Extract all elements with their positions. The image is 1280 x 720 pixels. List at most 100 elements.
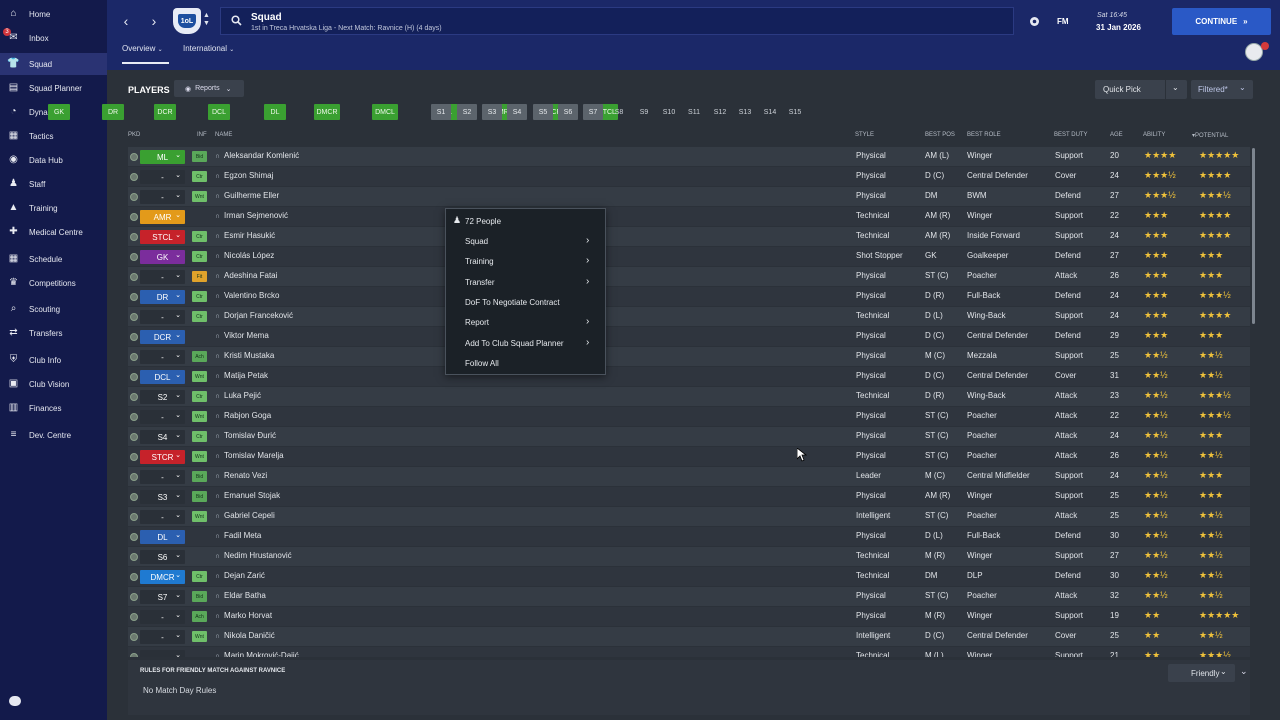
player-name[interactable]: ∩ Renato Vezi — [215, 471, 267, 480]
table-row[interactable]: - ⌄ Ctr ∩ Egzon Shimaj Physical D (C) Central D… — [128, 167, 1250, 186]
position-chip-dmcr[interactable]: DMCR — [314, 104, 340, 120]
sidebar-item-squad[interactable]: 👕 Squad — [0, 53, 107, 75]
table-row[interactable]: - ⌄ Ach ∩ Marko Horvat Physical M (R) Winger Sup… — [128, 607, 1250, 626]
table-row[interactable]: S7 ⌄ Bid ∩ Eldar Batha Physical ST (C) Poacher A… — [128, 587, 1250, 606]
sidebar-item-competitions[interactable]: ♛ Competitions — [0, 272, 107, 294]
table-row[interactable]: - ⌄ Wnt ∩ Nikola Daničić Intelligent D (C) Cent… — [128, 627, 1250, 646]
page-title-bar[interactable]: Squad 1st in Treca Hrvatska Liga - Next … — [220, 7, 1014, 35]
player-name[interactable]: ∩ Dorjan Franceković — [215, 311, 293, 320]
position-select[interactable]: AMR ⌄ — [140, 210, 185, 224]
position-select[interactable]: STCL ⌄ — [140, 230, 185, 244]
sub-chip-s2[interactable]: S2 — [457, 104, 477, 120]
player-name[interactable]: ∩ Dejan Zarić — [215, 571, 265, 580]
forward-arrow-icon[interactable]: › — [147, 13, 161, 29]
ball-icon[interactable] — [1029, 16, 1040, 27]
position-select[interactable]: DR ⌄ — [140, 290, 185, 304]
col-inf[interactable]: INF — [197, 132, 207, 138]
position-chip-dl[interactable]: DL — [264, 104, 286, 120]
menu-item-follow-all[interactable]: Follow All — [446, 353, 605, 373]
sidebar-item-medical-centre[interactable]: ✚ Medical Centre — [0, 221, 107, 243]
position-select[interactable]: STCR ⌄ — [140, 450, 185, 464]
position-chip-dmcl[interactable]: DMCL — [372, 104, 398, 120]
sidebar-item-data-hub[interactable]: ◉ Data Hub — [0, 149, 107, 171]
position-select[interactable]: S2 ⌄ — [140, 390, 185, 404]
position-select[interactable]: ML ⌄ — [140, 150, 185, 164]
collapse-chevron-icon[interactable]: ⌄ — [1240, 666, 1248, 677]
table-row[interactable]: - ⌄ Ach ∩ Kristi Mustaka Physical M (C) Mezzala… — [128, 347, 1250, 366]
player-name[interactable]: ∩ Emanuel Stojak — [215, 491, 280, 500]
position-select[interactable]: - ⌄ — [140, 470, 185, 484]
player-name[interactable]: ∩ Esmir Hasukić — [215, 231, 275, 240]
player-name[interactable]: ∩ Adeshina Fatai — [215, 271, 277, 280]
position-chip-dr[interactable]: DR — [102, 104, 124, 120]
table-row[interactable]: S3 ⌄ Bid ∩ Emanuel Stojak Physical AM (R) Winge… — [128, 487, 1250, 506]
position-select[interactable]: S6 ⌄ — [140, 550, 185, 564]
col-pkd[interactable]: PKD — [128, 132, 140, 138]
sub-chip-s8[interactable]: S8 — [608, 104, 630, 120]
player-name[interactable]: ∩ Kristi Mustaka — [215, 351, 274, 360]
position-select[interactable]: S3 ⌄ — [140, 490, 185, 504]
filter-button[interactable]: Filtered* ⌄ — [1191, 80, 1253, 99]
col-best-pos[interactable]: BEST POS — [925, 132, 955, 138]
sidebar-item-club-vision[interactable]: ▣ Club Vision — [0, 373, 107, 395]
sub-chip-s15[interactable]: S15 — [784, 104, 806, 120]
table-row[interactable]: - ⌄ Wnt ∩ Rabjon Goga Physical ST (C) Poacher At… — [128, 407, 1250, 426]
table-scrollbar[interactable] — [1252, 148, 1255, 324]
table-row[interactable]: S6 ⌄ ∩ Nedim Hrustanović Technical M (R) Winge… — [128, 547, 1250, 566]
quick-pick-button[interactable]: Quick Pick ⌄ — [1095, 80, 1187, 99]
position-chip-dcl[interactable]: DCL — [208, 104, 230, 120]
club-switch-icon[interactable]: ▲ ▼ — [203, 12, 210, 28]
position-select[interactable]: - ⌄ — [140, 170, 185, 184]
sub-chip-s13[interactable]: S13 — [734, 104, 756, 120]
sub-chip-s10[interactable]: S10 — [658, 104, 680, 120]
table-row[interactable]: - ⌄ Bid ∩ Renato Vezi Leader M (C) Central Midf… — [128, 467, 1250, 486]
col-best-duty[interactable]: BEST DUTY — [1054, 132, 1088, 138]
player-name[interactable]: ∩ Rabjon Goga — [215, 411, 271, 420]
position-select[interactable]: DMCR ⌄ — [140, 570, 185, 584]
player-name[interactable]: ∩ Irman Sejmenović — [215, 211, 288, 220]
player-name[interactable]: ∩ Marin Mokrović-Dajić — [215, 651, 299, 657]
position-select[interactable]: - ⌄ — [140, 350, 185, 364]
sidebar-item-schedule[interactable]: ▦ Schedule — [0, 248, 107, 270]
position-select[interactable]: - ⌄ — [140, 270, 185, 284]
player-name[interactable]: ∩ Eldar Batha — [215, 591, 266, 600]
table-row[interactable]: DCL ⌄ Wnt ∩ Matija Petak Physical D (C) Central… — [128, 367, 1250, 386]
col-age[interactable]: AGE — [1110, 132, 1123, 138]
sub-chip-s7[interactable]: S7 — [583, 104, 603, 120]
sub-chip-s14[interactable]: S14 — [759, 104, 781, 120]
menu-item-training[interactable]: Training › — [446, 251, 605, 271]
table-row[interactable]: - ⌄ Wnt ∩ Gabriel Cepeli Intelligent ST (C) Poa… — [128, 507, 1250, 526]
position-select[interactable]: DCR ⌄ — [140, 330, 185, 344]
table-row[interactable]: DCR ⌄ ∩ Viktor Mema Physical D (C) Central Def… — [128, 327, 1250, 346]
sidebar-item-squad-planner[interactable]: ▤ Squad Planner — [0, 77, 107, 99]
table-row[interactable]: - ⌄ Wnt ∩ Guilherme Eller Physical DM BWM Defend… — [128, 187, 1250, 206]
menu-item-report[interactable]: Report › — [446, 312, 605, 332]
player-name[interactable]: ∩ Fadil Meta — [215, 531, 261, 540]
position-select[interactable]: DL ⌄ — [140, 530, 185, 544]
continue-button[interactable]: CONTINUE » — [1172, 8, 1271, 35]
position-chip-dcr[interactable]: DCR — [154, 104, 176, 120]
table-row[interactable]: DR ⌄ Ctr ∩ Valentino Brcko Physical D (R) Full-… — [128, 287, 1250, 306]
col-best-role[interactable]: BEST ROLE — [967, 132, 1001, 138]
table-row[interactable]: - ⌄ ∩ Marin Mokrović-Dajić Technical M (L) Win… — [128, 647, 1250, 657]
sidebar-item-finances[interactable]: ▥ Finances — [0, 397, 107, 419]
menu-item-dof-to-negotiate-contract[interactable]: DoF To Negotiate Contract — [446, 292, 605, 312]
position-select[interactable]: - ⌄ — [140, 650, 185, 657]
sub-chip-s5[interactable]: S5 — [533, 104, 553, 120]
fm-logo[interactable]: FM — [1057, 17, 1069, 26]
table-row[interactable]: AMR ⌄ ∩ Irman Sejmenović Technical AM (R) Wing… — [128, 207, 1250, 226]
col-potential[interactable]: ▾POTENTIAL — [1192, 132, 1228, 139]
sidebar-item-scouting[interactable]: ⌕ Scouting — [0, 298, 107, 320]
tab-overview[interactable]: Overview ⌄ — [122, 44, 169, 64]
sub-chip-s11[interactable]: S11 — [683, 104, 705, 120]
table-row[interactable]: S4 ⌄ Ctr ∩ Tomislav Đurić Physical ST (C) Poach… — [128, 427, 1250, 446]
player-name[interactable]: ∩ Valentino Brcko — [215, 291, 279, 300]
player-name[interactable]: ∩ Tomislav Marelja — [215, 451, 284, 460]
player-name[interactable]: ∩ Nicolás López — [215, 251, 274, 260]
col-style[interactable]: STYLE — [855, 132, 874, 138]
chevron-down-icon[interactable]: ⌄ — [1172, 83, 1179, 92]
position-select[interactable]: - ⌄ — [140, 610, 185, 624]
position-chip-gk[interactable]: GK — [48, 104, 70, 120]
menu-item-transfer[interactable]: Transfer › — [446, 272, 605, 292]
menu-item-squad[interactable]: Squad › — [446, 231, 605, 251]
